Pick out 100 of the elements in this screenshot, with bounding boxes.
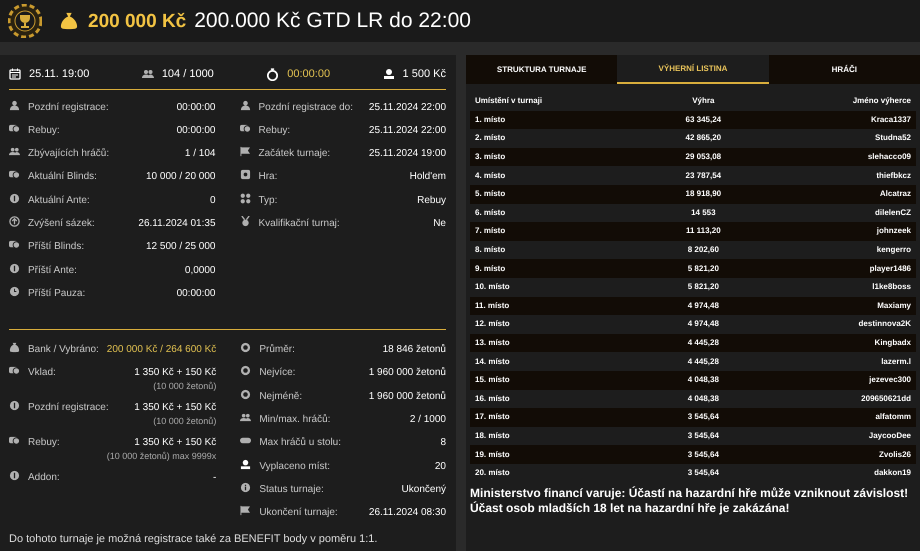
table-cell: 5 821,20 [650, 259, 757, 278]
stopwatch-icon [266, 68, 280, 81]
detail-label: Nejvíce: [259, 366, 296, 380]
column-header: Výhra [691, 95, 716, 108]
detail-label: Zbývajících hráčů: [28, 147, 110, 162]
detail-value: Rebuy [417, 194, 446, 208]
table-cell: Maxiamy [756, 296, 916, 316]
tab[interactable]: HRÁČI [768, 55, 920, 84]
table-cell: 9. místo [470, 259, 650, 278]
prize-amount: 200 000 Kč [88, 10, 186, 34]
table-cell: 29 053,08 [650, 148, 757, 166]
person-icon [240, 100, 250, 110]
table-cell: 7. místo [470, 222, 650, 241]
medal-icon [240, 216, 250, 227]
detail-value: 0 [210, 194, 216, 208]
table-cell: 3 545,64 [650, 445, 757, 464]
chip-icon [240, 342, 252, 354]
coin-icon [9, 192, 20, 204]
detail-label: Zvýšení sázek: [28, 216, 96, 231]
table-cell: lazerm.l [756, 352, 916, 371]
detail-label: Průměr: [259, 343, 296, 358]
coin-icon [9, 470, 20, 482]
detail-label: Příští Blinds: [28, 240, 86, 254]
detail-value: 00:00:00 [176, 124, 216, 138]
summary-value: 104 / 1000 [162, 67, 214, 82]
table-cell: 4 445,28 [650, 334, 757, 352]
calendar-icon [9, 68, 21, 80]
coin-icon [9, 262, 20, 274]
flag-icon [240, 505, 252, 516]
coin-icon [9, 400, 20, 412]
chip-icon [240, 365, 252, 376]
detail-label: Max hráčů u stolu: [259, 436, 342, 450]
table-cell: 1. místo [470, 110, 650, 130]
detail-value: 20 [434, 460, 446, 474]
people-icon [142, 68, 154, 80]
detail-value: 1 / 104 [184, 147, 216, 162]
table-cell: 3 545,64 [650, 426, 757, 446]
people-icon [9, 146, 20, 158]
dots-icon [240, 192, 250, 204]
summary-value: 25.11. 19:00 [29, 67, 90, 82]
detail-value: 1 350 Kč + 150 Kč [134, 401, 216, 416]
table-cell: player1486 [756, 259, 916, 278]
table-cell: Alcatraz [756, 184, 916, 204]
summary-value: 00:00:00 [287, 67, 330, 82]
table-cell: 4 048,38 [650, 370, 757, 390]
detail-label: Typ: [258, 194, 278, 208]
detail-value: 25.11.2024 22:00 [368, 100, 446, 114]
detail-value: Ne [433, 216, 446, 231]
table-cell: 11 113,20 [650, 222, 757, 241]
table-cell: thiefbkcz [756, 166, 916, 185]
table-cell: 6. místo [470, 204, 650, 222]
detail-value: 26.11.2024 01:35 [138, 216, 216, 231]
detail-value: 00:00:00 [176, 286, 216, 301]
table-cell: 12. místo [470, 315, 650, 334]
table-cell: Kingbadx [756, 334, 916, 352]
detail-label: Nejméně: [259, 390, 304, 404]
tournament-title: 200.000 Kč GTD LR do 22:00 [194, 8, 471, 34]
detail-label: Rebuy: [258, 124, 292, 138]
detail-label: Status turnaje: [259, 482, 325, 497]
detail-label: Vyplaceno míst: [259, 460, 332, 474]
table-cell: 3 545,64 [650, 408, 757, 427]
detail-value: Ukončený [402, 482, 446, 497]
detail-value: 1 350 Kč + 150 Kč [134, 436, 216, 450]
trophy-chip-logo [8, 4, 42, 38]
detail-label: Pozdní registrace: [28, 100, 110, 114]
column-header: Jméno výherce [852, 95, 912, 108]
table-cell: 16. místo [470, 390, 650, 408]
table-cell: kengerro [756, 240, 916, 260]
detail-value: 10 000 / 20 000 [146, 170, 216, 184]
detail-label: Ukončení turnaje: [259, 506, 339, 520]
detail-label: Aktuální Ante: [28, 194, 91, 208]
money-bag-icon [9, 342, 20, 354]
people-icon [240, 412, 252, 424]
table-cell: 15. místo [470, 370, 650, 390]
detail-label: Začátek turnaje: [258, 147, 332, 162]
table-cell: 4 974,48 [650, 296, 757, 316]
table-cell: l1ke8boss [756, 278, 916, 297]
detail-label: Bank / Vybráno: [28, 343, 99, 358]
table-cell: dilelenCZ [756, 204, 916, 222]
detail-value: 8 [440, 436, 446, 450]
detail-label: Příští Ante: [28, 264, 78, 278]
detail-value: 18 846 žetonů [382, 343, 446, 358]
table-cell: dakkon19 [756, 464, 916, 482]
footnote-text: Do tohoto turnaje je možná registrace také za BENEFIT body v poměru 1:1. [9, 532, 378, 546]
detail-value: 25.11.2024 22:00 [368, 124, 446, 138]
detail-value: 1 960 000 žetonů [368, 390, 446, 404]
table-cell: Studna52 [756, 129, 916, 148]
table-cell: 10. místo [470, 278, 650, 297]
table-cell: 63 345,24 [650, 110, 757, 130]
detail-value: 2 / 1000 [410, 413, 446, 428]
table-cell: 23 787,54 [650, 166, 757, 185]
detail-label: Příští Pauza: [28, 286, 86, 301]
table-cell: 14. místo [470, 352, 650, 371]
table-cell: 20. místo [470, 464, 650, 482]
table-cell: 17. místo [470, 408, 650, 427]
tab[interactable]: STRUKTURA TURNAJE [466, 55, 618, 84]
table-cell: JaycooDee [756, 426, 916, 446]
table-cell: 14 553 [650, 204, 757, 222]
table-cell: destinnova2K [756, 315, 916, 334]
detail-label: Rebuy: [28, 124, 61, 138]
